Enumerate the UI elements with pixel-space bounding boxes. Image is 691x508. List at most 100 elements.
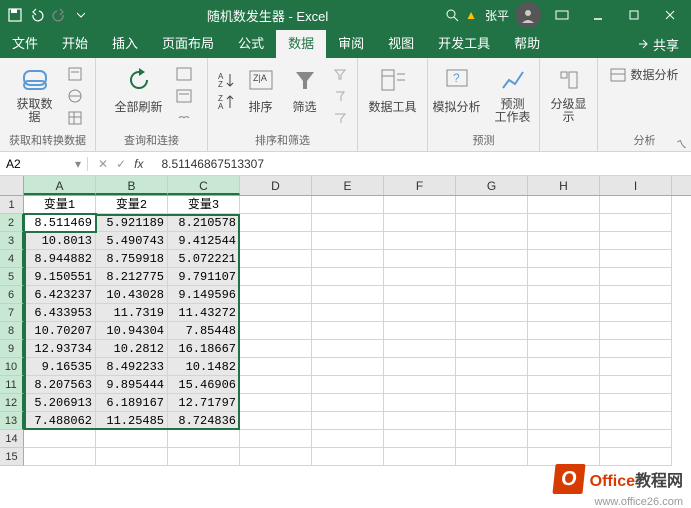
cell-H6[interactable] — [528, 286, 600, 304]
cell-G14[interactable] — [456, 430, 528, 448]
advanced-filter-icon[interactable] — [329, 108, 351, 128]
col-header-E[interactable]: E — [312, 176, 384, 195]
cell-C5[interactable]: 9.791107 — [168, 268, 240, 286]
cell-E13[interactable] — [312, 412, 384, 430]
cell-C10[interactable]: 10.1482 — [168, 358, 240, 376]
cell-I2[interactable] — [600, 214, 672, 232]
tab-formulas[interactable]: 公式 — [226, 30, 276, 58]
cell-A1[interactable]: 变量1 — [24, 196, 96, 214]
cell-B9[interactable]: 10.2812 — [96, 340, 168, 358]
cell-G12[interactable] — [456, 394, 528, 412]
cancel-formula-icon[interactable]: ✕ — [98, 157, 108, 171]
cell-H4[interactable] — [528, 250, 600, 268]
name-box[interactable]: A2 ▾ — [0, 157, 88, 171]
cell-H9[interactable] — [528, 340, 600, 358]
cell-I4[interactable] — [600, 250, 672, 268]
cell-C13[interactable]: 8.724836 — [168, 412, 240, 430]
cell-E9[interactable] — [312, 340, 384, 358]
cell-B11[interactable]: 9.895444 — [96, 376, 168, 394]
cell-F15[interactable] — [384, 448, 456, 466]
cell-H7[interactable] — [528, 304, 600, 322]
select-all-button[interactable] — [0, 176, 24, 195]
cell-C8[interactable]: 7.85448 — [168, 322, 240, 340]
tab-review[interactable]: 审阅 — [326, 30, 376, 58]
row-header-8[interactable]: 8 — [0, 322, 24, 340]
cell-E12[interactable] — [312, 394, 384, 412]
data-tools-button[interactable]: 数据工具 — [363, 60, 423, 115]
data-analysis-button[interactable]: 数据分析 — [610, 66, 678, 83]
cell-F1[interactable] — [384, 196, 456, 214]
cell-G4[interactable] — [456, 250, 528, 268]
edit-links-icon[interactable] — [173, 108, 195, 128]
cell-H11[interactable] — [528, 376, 600, 394]
cell-D1[interactable] — [240, 196, 312, 214]
cell-B2[interactable]: 5.921189 — [96, 214, 168, 232]
minimize-icon[interactable] — [583, 2, 613, 28]
cell-A6[interactable]: 6.423237 — [24, 286, 96, 304]
cell-B6[interactable]: 10.43028 — [96, 286, 168, 304]
cell-G9[interactable] — [456, 340, 528, 358]
cell-G11[interactable] — [456, 376, 528, 394]
cell-E11[interactable] — [312, 376, 384, 394]
cell-I8[interactable] — [600, 322, 672, 340]
tab-help[interactable]: 帮助 — [502, 30, 552, 58]
collapse-ribbon-icon[interactable]: ㄟ — [676, 136, 687, 152]
row-header-11[interactable]: 11 — [0, 376, 24, 394]
search-icon[interactable] — [445, 8, 459, 22]
tab-view[interactable]: 视图 — [376, 30, 426, 58]
cell-I10[interactable] — [600, 358, 672, 376]
cell-E2[interactable] — [312, 214, 384, 232]
cell-B12[interactable]: 6.189167 — [96, 394, 168, 412]
cell-C14[interactable] — [168, 430, 240, 448]
cell-D11[interactable] — [240, 376, 312, 394]
cell-F9[interactable] — [384, 340, 456, 358]
cell-F6[interactable] — [384, 286, 456, 304]
cell-B14[interactable] — [96, 430, 168, 448]
col-header-G[interactable]: G — [456, 176, 528, 195]
cell-G2[interactable] — [456, 214, 528, 232]
cell-E6[interactable] — [312, 286, 384, 304]
cell-F11[interactable] — [384, 376, 456, 394]
cell-D3[interactable] — [240, 232, 312, 250]
cell-H5[interactable] — [528, 268, 600, 286]
cell-E14[interactable] — [312, 430, 384, 448]
cell-A4[interactable]: 8.944882 — [24, 250, 96, 268]
close-icon[interactable] — [655, 2, 685, 28]
cell-F8[interactable] — [384, 322, 456, 340]
cell-E5[interactable] — [312, 268, 384, 286]
whatif-button[interactable]: ? 模拟分析 — [430, 60, 484, 115]
tab-home[interactable]: 开始 — [50, 30, 100, 58]
clear-filter-icon[interactable] — [329, 64, 351, 84]
cell-D12[interactable] — [240, 394, 312, 412]
cell-E4[interactable] — [312, 250, 384, 268]
cell-C1[interactable]: 变量3 — [168, 196, 240, 214]
cell-D7[interactable] — [240, 304, 312, 322]
cell-G6[interactable] — [456, 286, 528, 304]
col-header-A[interactable]: A — [24, 176, 96, 195]
cell-G13[interactable] — [456, 412, 528, 430]
cell-D5[interactable] — [240, 268, 312, 286]
cell-G5[interactable] — [456, 268, 528, 286]
fx-icon[interactable]: fx — [134, 157, 143, 171]
tab-data[interactable]: 数据 — [276, 30, 326, 58]
cell-I12[interactable] — [600, 394, 672, 412]
row-header-3[interactable]: 3 — [0, 232, 24, 250]
row-header-5[interactable]: 5 — [0, 268, 24, 286]
row-header-10[interactable]: 10 — [0, 358, 24, 376]
from-web-icon[interactable] — [64, 86, 86, 106]
cell-F10[interactable] — [384, 358, 456, 376]
cell-H10[interactable] — [528, 358, 600, 376]
cell-F5[interactable] — [384, 268, 456, 286]
cell-G15[interactable] — [456, 448, 528, 466]
cell-E1[interactable] — [312, 196, 384, 214]
cell-D9[interactable] — [240, 340, 312, 358]
cell-B8[interactable]: 10.94304 — [96, 322, 168, 340]
cell-D14[interactable] — [240, 430, 312, 448]
properties-icon[interactable] — [173, 86, 195, 106]
cell-B4[interactable]: 8.759918 — [96, 250, 168, 268]
cell-C9[interactable]: 16.18667 — [168, 340, 240, 358]
share-button[interactable]: 共享 — [625, 35, 691, 54]
cell-H14[interactable] — [528, 430, 600, 448]
row-header-1[interactable]: 1 — [0, 196, 24, 214]
col-header-D[interactable]: D — [240, 176, 312, 195]
